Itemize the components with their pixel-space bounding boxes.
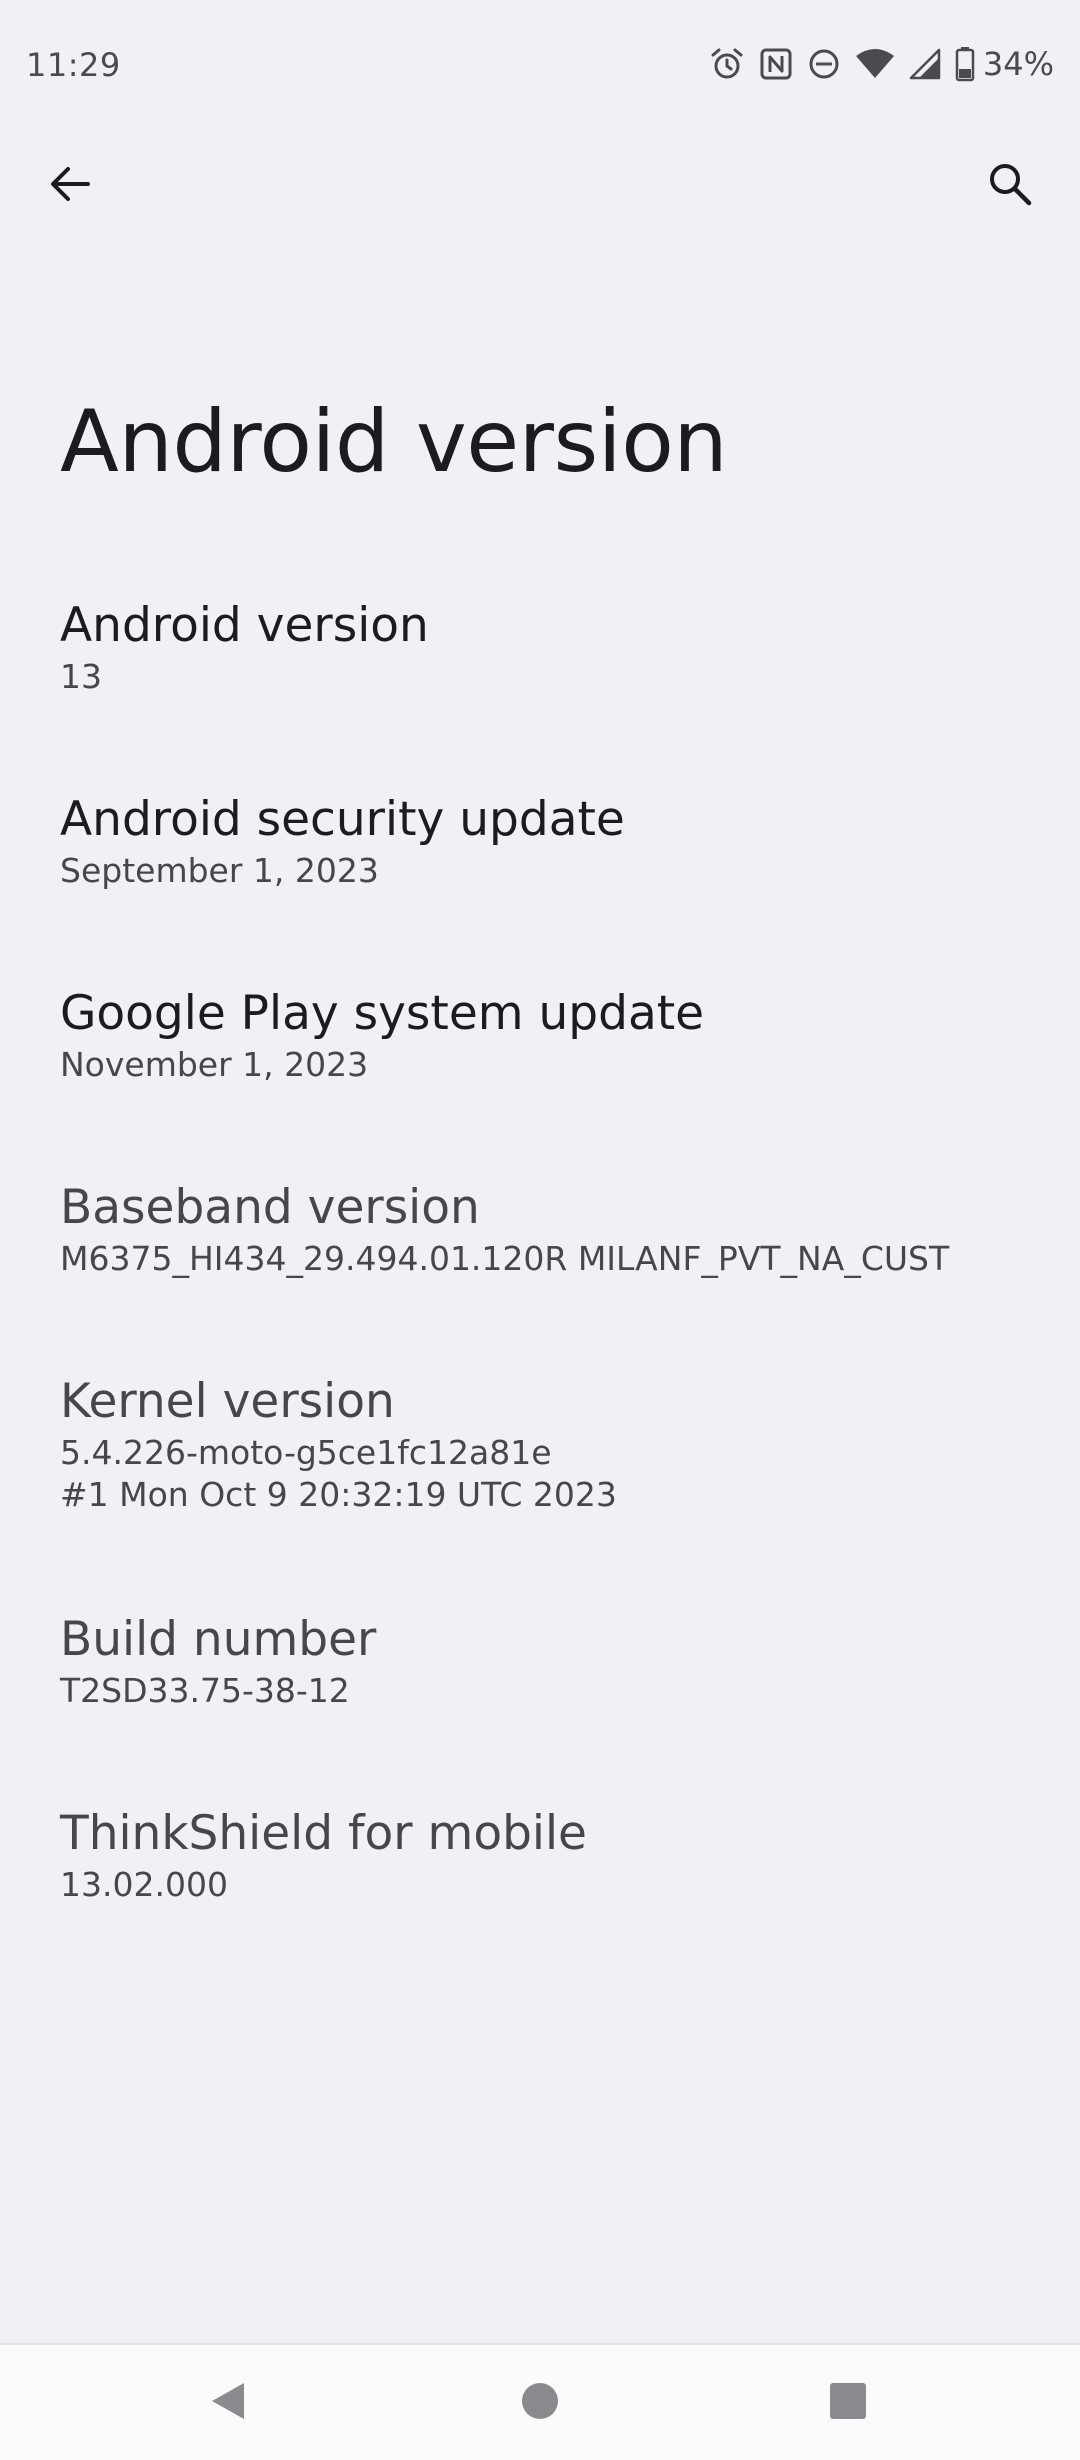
back-button[interactable] (34, 150, 106, 222)
kernel-version-item[interactable]: Kernel version 5.4.226-moto-g5ce1fc12a81… (0, 1374, 1080, 1516)
cellular-signal-icon (909, 48, 941, 80)
android-version-item[interactable]: Android version 13 (0, 598, 1080, 698)
status-bar: 11:29 34% (0, 0, 1080, 134)
pref-title: Baseband version (60, 1180, 480, 1235)
battery-icon (955, 46, 975, 82)
pref-title: Kernel version (60, 1374, 395, 1429)
build-number-item[interactable]: Build number T2SD33.75-38-12 (0, 1612, 1080, 1712)
pref-summary: M6375_HI434_29.494.01.120R MILANF_PVT_NA… (60, 1239, 950, 1279)
do-not-disturb-icon (807, 47, 841, 81)
nav-recents-button[interactable] (816, 2371, 880, 2435)
nav-recents-square-icon (828, 2381, 868, 2425)
nav-back-button[interactable] (196, 2371, 260, 2435)
page-title: Android version (60, 392, 728, 492)
search-button[interactable] (974, 150, 1046, 222)
security-update-item[interactable]: Android security update September 1, 202… (0, 792, 1080, 892)
pref-summary: 13.02.000 (60, 1865, 228, 1905)
pref-title: Build number (60, 1612, 377, 1667)
pref-summary: November 1, 2023 (60, 1045, 369, 1085)
nav-home-circle-icon (520, 2381, 560, 2425)
status-icons: 34% (709, 44, 1054, 84)
navigation-bar (0, 2343, 1080, 2460)
thinkshield-item[interactable]: ThinkShield for mobile 13.02.000 (0, 1806, 1080, 1906)
baseband-version-item[interactable]: Baseband version M6375_HI434_29.494.01.1… (0, 1180, 1080, 1280)
nav-home-button[interactable] (508, 2371, 572, 2435)
pref-title: Android security update (60, 792, 625, 847)
pref-summary: 13 (60, 657, 102, 697)
battery-percent: 34% (982, 45, 1054, 83)
alarm-icon (709, 46, 745, 82)
pref-title: ThinkShield for mobile (60, 1806, 587, 1861)
nfc-icon (759, 47, 793, 81)
search-icon (987, 161, 1033, 211)
pref-summary: 5.4.226-moto-g5ce1fc12a81e #1 Mon Oct 9 … (60, 1433, 617, 1515)
arrow-back-icon (48, 162, 92, 210)
nav-back-triangle-icon (206, 2379, 250, 2427)
google-play-update-item[interactable]: Google Play system update November 1, 20… (0, 986, 1080, 1086)
app-bar (0, 134, 1080, 234)
pref-title: Google Play system update (60, 986, 705, 1041)
status-time: 11:29 (26, 46, 121, 84)
pref-title: Android version (60, 598, 429, 653)
pref-summary: September 1, 2023 (60, 851, 379, 891)
pref-summary: T2SD33.75-38-12 (60, 1671, 350, 1711)
wifi-icon (855, 47, 895, 81)
